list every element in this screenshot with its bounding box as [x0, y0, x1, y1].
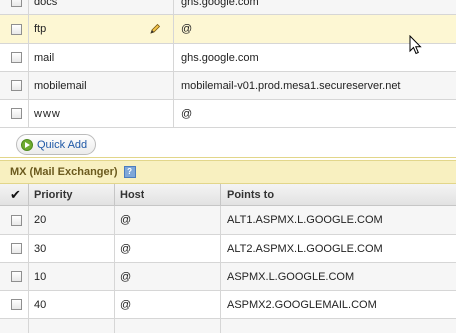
table-row[interactable]: www @: [0, 100, 456, 128]
row-checkbox[interactable]: [11, 0, 22, 7]
row-checkbox[interactable]: [11, 80, 22, 91]
record-name: docs: [34, 0, 58, 8]
mx-points-to: ASPMX2.GOOGLEMAIL.COM: [227, 298, 377, 311]
mx-table-header: ✔ Priority Host Points to: [0, 184, 456, 206]
mx-host: @: [120, 242, 132, 255]
edit-pencil-icon[interactable]: [149, 15, 161, 43]
row-checkbox[interactable]: [11, 52, 22, 63]
mx-priority: 20: [34, 214, 47, 226]
table-row[interactable]: 30 @ ALT2.ASPMX.L.GOOGLE.COM: [0, 235, 456, 263]
check-all-icon[interactable]: ✔: [10, 187, 21, 203]
table-row[interactable]: 20 @ ALT1.ASPMX.L.GOOGLE.COM: [0, 206, 456, 235]
record-value: mobilemail-v01.prod.mesa1.secureserver.n…: [181, 79, 401, 92]
dns-manager-panel: docs ghs.google.com ftp @ mail ghs.googl…: [0, 0, 456, 333]
record-value: @: [181, 23, 193, 35]
mx-section-header: MX (Mail Exchanger) ?: [0, 160, 456, 184]
record-name: mobilemail: [34, 79, 87, 92]
mx-host: @: [120, 214, 132, 226]
table-row[interactable]: mail ghs.google.com: [0, 44, 456, 72]
table-row[interactable]: docs ghs.google.com: [0, 0, 456, 15]
record-name: www: [34, 107, 61, 120]
table-row[interactable]: mobilemail mobilemail-v01.prod.mesa1.sec…: [0, 72, 456, 100]
row-checkbox[interactable]: [11, 299, 22, 310]
record-name: mail: [34, 51, 55, 64]
mx-points-to: ASPMX.L.GOOGLE.COM: [227, 270, 355, 283]
record-value: ghs.google.com: [181, 51, 259, 64]
mx-points-to: ALT1.ASPMX.L.GOOGLE.COM: [227, 214, 383, 226]
column-header-host[interactable]: Host: [120, 184, 144, 205]
row-checkbox[interactable]: [11, 214, 22, 226]
column-header-priority[interactable]: Priority: [34, 184, 73, 205]
records-toolbar: Quick Add: [0, 128, 456, 158]
mx-priority: 30: [34, 242, 47, 255]
mx-host: @: [120, 298, 132, 311]
quick-add-label: Quick Add: [37, 138, 88, 151]
row-checkbox[interactable]: [11, 243, 22, 254]
section-title: MX (Mail Exchanger): [10, 166, 118, 178]
play-circle-icon: [21, 138, 33, 151]
record-name: ftp: [34, 23, 47, 35]
mx-priority: 10: [34, 270, 47, 283]
table-row[interactable]: ftp @: [0, 15, 456, 44]
mx-points-to: ALT2.ASPMX.L.GOOGLE.COM: [227, 242, 383, 255]
mx-priority: 40: [34, 298, 47, 311]
row-checkbox[interactable]: [11, 108, 22, 119]
column-header-points-to[interactable]: Points to: [227, 184, 274, 205]
mouse-cursor-icon: [409, 34, 423, 58]
record-value: @: [181, 107, 193, 120]
table-row[interactable]: [0, 319, 456, 333]
table-row[interactable]: 10 @ ASPMX.L.GOOGLE.COM: [0, 263, 456, 291]
row-checkbox[interactable]: [11, 271, 22, 282]
row-checkbox[interactable]: [11, 23, 22, 35]
record-value: ghs.google.com: [181, 0, 259, 8]
mx-host: @: [120, 270, 132, 283]
help-icon[interactable]: ?: [123, 166, 136, 178]
table-row[interactable]: 40 @ ASPMX2.GOOGLEMAIL.COM: [0, 291, 456, 319]
quick-add-button[interactable]: Quick Add: [16, 134, 97, 155]
